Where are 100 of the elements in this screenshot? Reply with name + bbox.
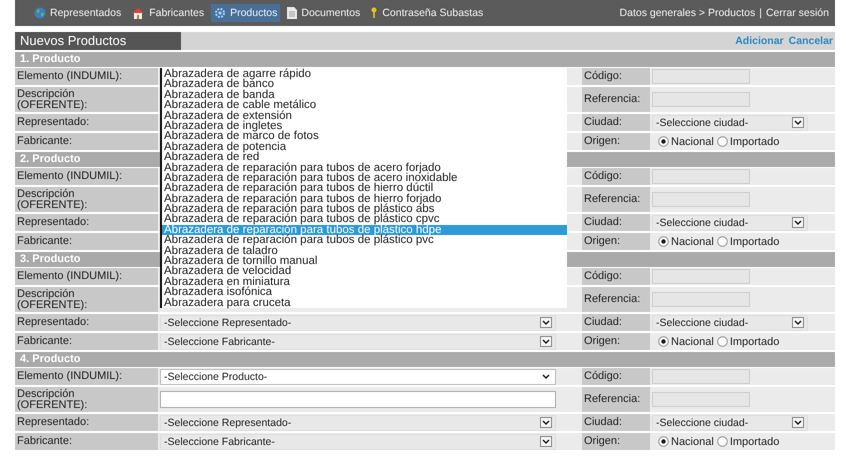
radio-icon[interactable] [716, 136, 728, 147]
dropdown-option[interactable]: Abrazadera de velocidad [162, 266, 567, 277]
radio-option[interactable]: Nacional [658, 436, 714, 448]
radio-icon[interactable] [716, 336, 728, 347]
field-label: Elemento (INDUMIL): [15, 268, 158, 285]
chevron-icon [540, 336, 552, 347]
field-label: Referencia: [582, 387, 650, 412]
field-label: Código: [582, 68, 650, 85]
radio-option[interactable]: Importado [716, 136, 780, 148]
document-icon [287, 7, 298, 19]
field-label: Fabricante: [15, 233, 158, 250]
dropdown-option[interactable]: Abrazadera de cable metálico [162, 100, 567, 111]
globe-icon [34, 7, 46, 19]
input-field[interactable] [652, 269, 750, 284]
page-title: Nuevos Productos [15, 32, 181, 50]
field-label: Descripción (OFERENTE): [15, 87, 158, 112]
select-field[interactable]: -Seleccione Producto- [160, 368, 556, 384]
chevron-icon [540, 417, 552, 428]
input-field[interactable] [160, 391, 556, 408]
field-label: Elemento (INDUMIL): [15, 68, 158, 85]
dropdown-option[interactable]: Abrazadera de reparación para tubos de hierro forjado [162, 194, 567, 204]
radio-option[interactable]: Importado [716, 436, 780, 448]
radio-icon[interactable] [716, 436, 728, 447]
dropdown-option[interactable]: Abrazadera isofónica [162, 287, 567, 298]
dropdown-option[interactable]: Abrazadera de reparación para tubos de acero forjado [162, 162, 567, 173]
chevron-icon [792, 317, 804, 328]
chevron-icon [540, 436, 552, 447]
input-field[interactable] [652, 392, 750, 407]
radio-option[interactable]: Importado [716, 336, 780, 348]
gear-icon [214, 7, 226, 19]
dropdown-option[interactable]: Abrazadera en miniatura [162, 276, 567, 288]
dropdown-option[interactable]: Abrazadera de tornillo manual [162, 256, 567, 266]
input-field[interactable] [652, 292, 750, 307]
radio-icon[interactable] [716, 236, 728, 247]
field-label: Representado: [15, 414, 158, 431]
radio-icon[interactable] [658, 136, 669, 147]
nav-tab[interactable]: Fabricantes [128, 4, 208, 22]
dropdown-option[interactable]: Abrazadera de reparación para tubos de plástico pvc [162, 235, 567, 246]
field-label: Descripción (OFERENTE): [15, 187, 158, 212]
radio-option[interactable]: Nacional [658, 336, 714, 348]
dropdown-option[interactable]: Abrazadera de reparación para tubos de acero inoxidable [162, 172, 567, 184]
dropdown-option[interactable]: Abrazadera de extensión [162, 110, 567, 121]
dropdown-option[interactable]: Abrazadera de ingletes [162, 120, 567, 132]
chevron-icon [540, 317, 552, 328]
radio-icon[interactable] [658, 436, 669, 447]
logout-link[interactable]: Cerrar sesión [766, 7, 829, 19]
dropdown-option[interactable]: Abrazadera de agarre rápido [162, 69, 567, 80]
field-label: Origen: [582, 233, 650, 250]
section-title: 1. Producto [20, 53, 81, 65]
nav-tab[interactable]: Representados [31, 4, 124, 22]
field-label: Descripción (OFERENTE): [15, 387, 158, 412]
nav-tab[interactable]: Contraseña Subastas [367, 4, 486, 22]
input-field[interactable] [652, 92, 750, 107]
house-icon [131, 7, 146, 19]
dropdown-option[interactable]: Abrazadera de banco [162, 79, 567, 90]
dropdown-option[interactable]: Abrazadera de reparación para tubos de plástico cpvc [162, 214, 567, 225]
dropdown-option[interactable]: Abrazadera de marco de fotos [162, 131, 567, 142]
field-label: Ciudad: [582, 214, 650, 231]
chevron-icon [792, 217, 804, 228]
nav-tab[interactable]: Productos [211, 4, 280, 22]
dropdown-option[interactable]: Abrazadera de reparación para tubos de hierro dúctil [162, 183, 567, 194]
field-label: Fabricante: [15, 333, 158, 350]
input-field[interactable] [652, 69, 750, 84]
dropdown-option[interactable]: Abrazadera de banda [162, 90, 567, 100]
radio-icon[interactable] [658, 236, 669, 247]
dropdown-option[interactable]: Abrazadera de potencia [162, 142, 567, 152]
dropdown-option[interactable]: Abrazadera de taladro [162, 246, 567, 256]
field-label: Ciudad: [582, 114, 650, 131]
field-label: Representado: [15, 314, 158, 331]
field-label: Representado: [15, 214, 158, 231]
section-title: 3. Producto [20, 253, 81, 265]
field-label: Descripción (OFERENTE): [15, 287, 158, 312]
field-label: Origen: [582, 133, 650, 150]
field-label: Elemento (INDUMIL): [15, 368, 158, 385]
section-title: 2. Producto [20, 153, 81, 165]
field-label: Código: [582, 268, 650, 285]
dropdown-option[interactable]: Abrazadera de red [162, 152, 567, 163]
separator: | [759, 7, 762, 19]
field-label: Representado: [15, 114, 158, 131]
dropdown-option[interactable]: Abrazadera para cruceta [162, 298, 567, 308]
radio-option[interactable]: Importado [716, 236, 780, 248]
radio-option[interactable]: Nacional [658, 236, 714, 248]
field-label: Ciudad: [582, 414, 650, 431]
field-label: Código: [582, 168, 650, 185]
nav-tab[interactable]: Documentos [284, 4, 364, 22]
field-label: Referencia: [582, 87, 650, 112]
field-label: Fabricante: [15, 133, 158, 150]
field-label: Referencia: [582, 287, 650, 312]
field-label: Código: [582, 368, 650, 385]
radio-option[interactable]: Nacional [658, 136, 714, 148]
input-field[interactable] [652, 169, 750, 184]
field-label: Referencia: [582, 187, 650, 212]
radio-icon[interactable] [658, 336, 669, 347]
field-label: Origen: [582, 333, 650, 350]
key-icon [370, 7, 378, 19]
input-field[interactable] [652, 192, 750, 207]
input-field[interactable] [652, 369, 750, 384]
breadcrumb: Datos generales > Productos [620, 7, 756, 19]
dropdown-option[interactable]: Abrazadera de reparación para tubos de plástico abs [162, 204, 567, 214]
field-label: Ciudad: [582, 314, 650, 331]
